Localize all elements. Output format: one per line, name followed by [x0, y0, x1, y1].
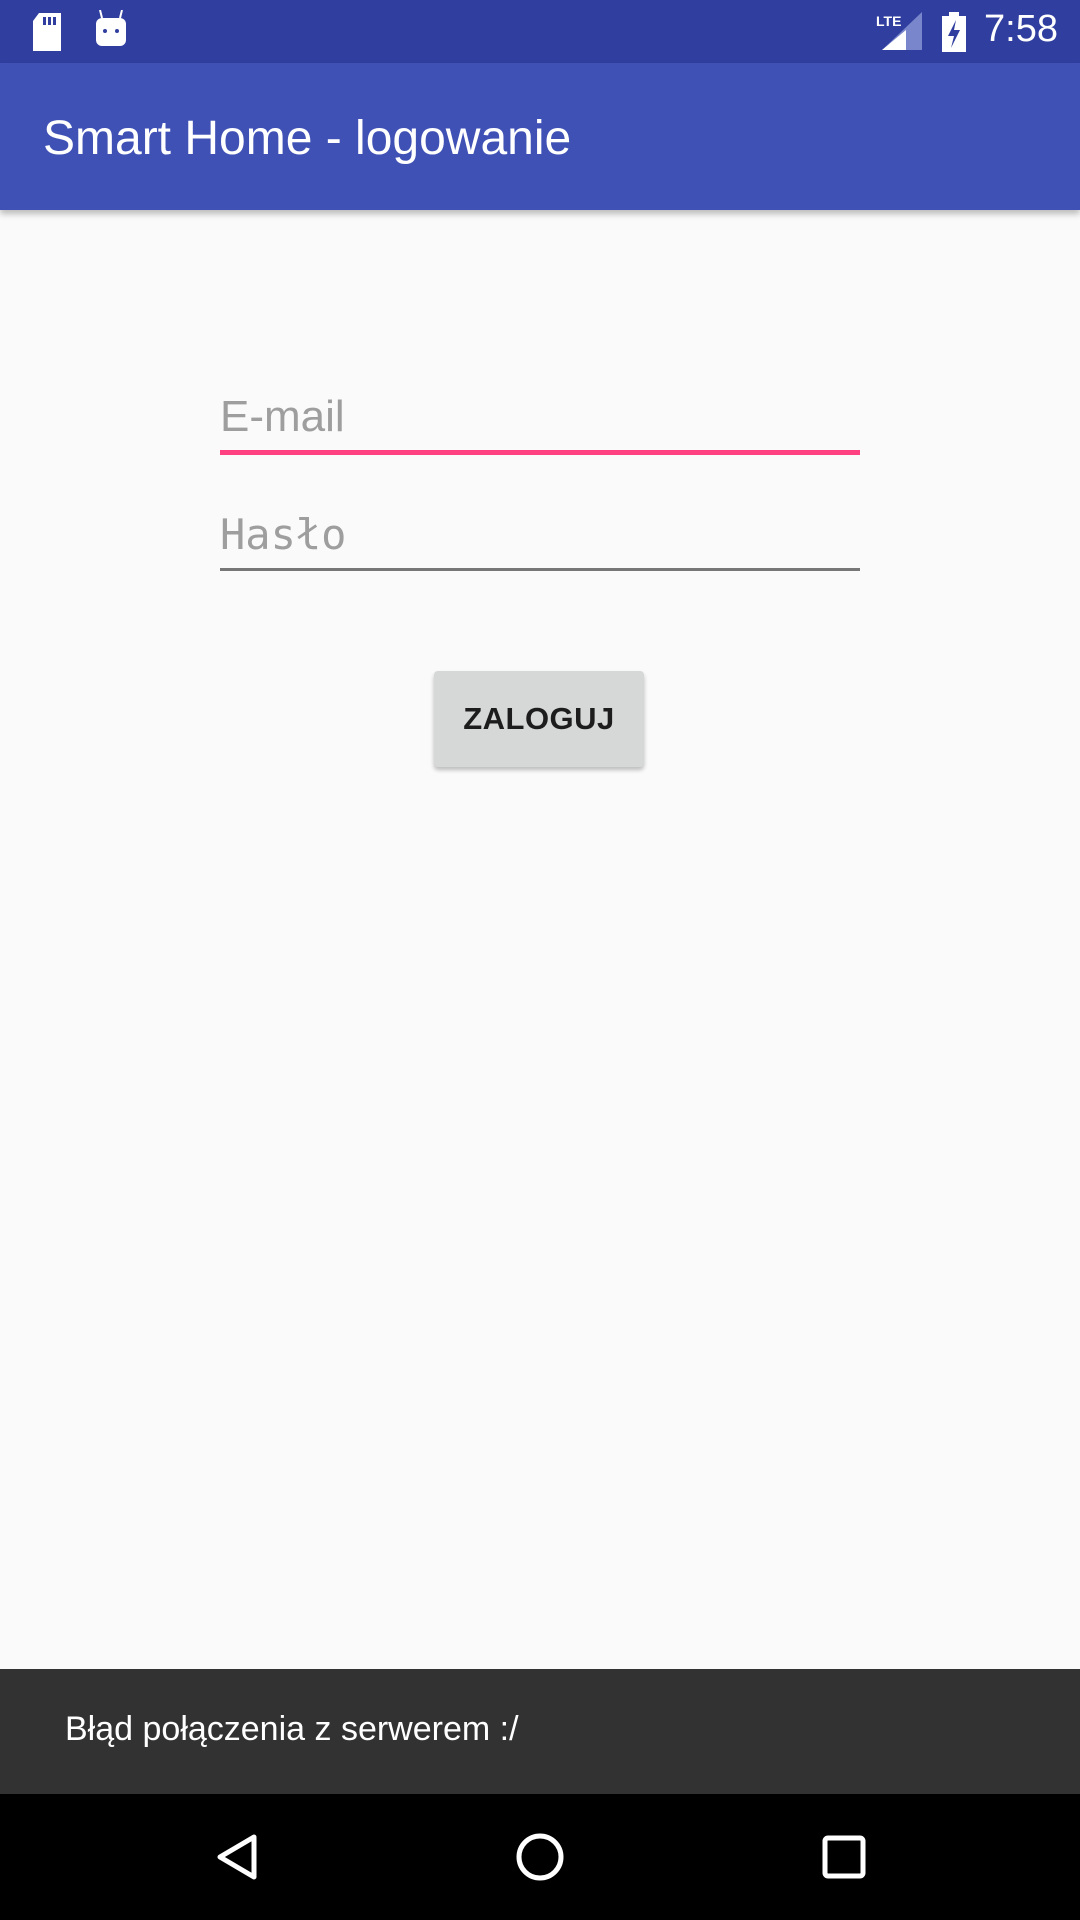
password-field[interactable]: Hasło: [220, 496, 860, 576]
email-placeholder: E-mail: [220, 392, 345, 441]
snackbar-message: Błąd połączenia z serwerem :/: [65, 1710, 519, 1748]
android-icon: [96, 10, 126, 46]
lte-signal-icon: LTE: [876, 12, 922, 50]
password-placeholder: Hasło: [220, 510, 347, 559]
app-bar: Smart Home - logowanie: [0, 63, 1080, 210]
email-field[interactable]: E-mail: [220, 380, 860, 460]
login-button[interactable]: ZALOGUJ: [434, 671, 644, 767]
snackbar: Błąd połączenia z serwerem :/: [0, 1669, 1080, 1794]
battery-charging-icon: [942, 12, 966, 52]
status-time: 7:58: [984, 8, 1058, 50]
navigation-bar: [0, 1794, 1080, 1920]
status-bar: LTE 7:58: [0, 0, 1080, 63]
svg-text:LTE: LTE: [876, 13, 901, 29]
recents-icon[interactable]: [814, 1827, 874, 1887]
email-underline-focused: [220, 450, 860, 455]
home-icon[interactable]: [510, 1827, 570, 1887]
password-underline: [220, 568, 860, 571]
page-title: Smart Home - logowanie: [43, 112, 572, 165]
back-icon[interactable]: [206, 1827, 266, 1887]
sd-card-icon: [33, 13, 61, 51]
